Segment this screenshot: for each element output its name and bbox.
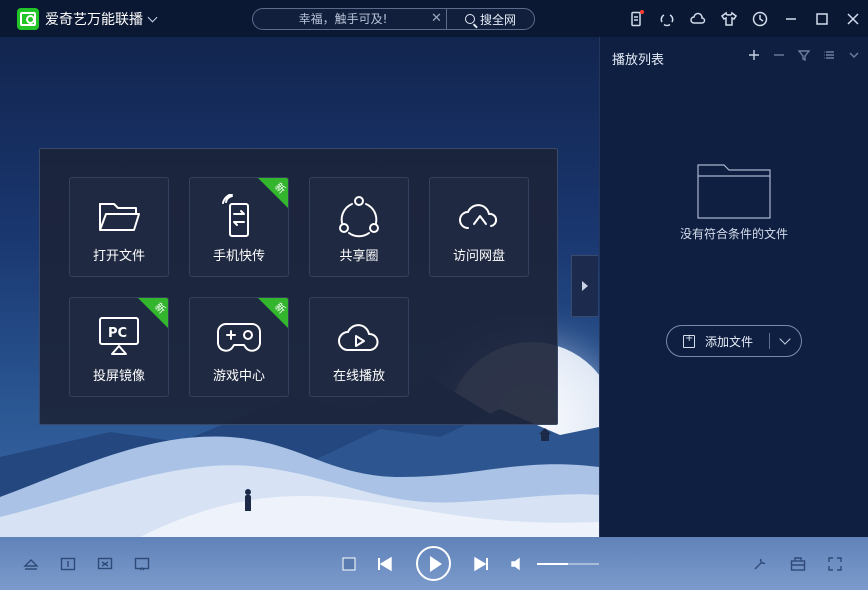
filter-icon[interactable] xyxy=(796,47,812,63)
search-icon xyxy=(464,14,475,24)
playlist-title: 播放列表 xyxy=(612,53,665,68)
search-input[interactable] xyxy=(253,9,433,29)
phone-sync-icon[interactable] xyxy=(620,0,651,37)
empty-folder-icon xyxy=(697,164,771,219)
tile-phone-transfer[interactable]: 手机快传 新 xyxy=(189,177,289,277)
maximize-icon[interactable] xyxy=(806,0,837,37)
share-circle-icon xyxy=(310,194,408,238)
close-icon[interactable]: ✕ xyxy=(431,11,442,26)
chevron-down-icon[interactable] xyxy=(846,47,862,63)
tile-open-file[interactable]: 打开文件 xyxy=(69,177,169,277)
tile-cloud-drive[interactable]: 访问网盘 xyxy=(429,177,529,277)
tile-label: 在线播放 xyxy=(332,369,385,384)
eject-icon[interactable] xyxy=(23,556,39,572)
volume-icon[interactable] xyxy=(510,556,526,572)
cloud-drive-icon xyxy=(430,194,528,238)
cloud-icon[interactable] xyxy=(682,0,713,37)
tile-share-circle[interactable]: 共享圈 xyxy=(309,177,409,277)
app-title: 爱奇艺万能联播 xyxy=(45,12,143,28)
play-icon xyxy=(429,555,442,572)
search-bar: ✕ 搜全网 xyxy=(252,8,535,30)
add-file-label: 添加文件 xyxy=(705,334,754,349)
cast-screen-icon[interactable] xyxy=(134,556,150,572)
launcher-panel: 打开文件 手机快传 新 共享圈 访问网盘 PC 投屏镜像 新 游戏中心 新 在线… xyxy=(39,148,558,425)
previous-icon[interactable] xyxy=(377,556,393,572)
chevron-down-icon[interactable] xyxy=(779,333,791,345)
minimize-icon[interactable] xyxy=(775,0,806,37)
stop-icon[interactable] xyxy=(341,556,357,572)
tile-label: 手机快传 xyxy=(212,249,265,264)
cloud-play-icon xyxy=(310,314,408,358)
tile-online-play[interactable]: 在线播放 xyxy=(309,297,409,397)
iqiyi-logo-icon[interactable] xyxy=(17,8,39,30)
tools-icon[interactable] xyxy=(752,556,768,572)
volume-slider[interactable] xyxy=(537,563,599,565)
tile-game-center[interactable]: 游戏中心 新 xyxy=(189,297,289,397)
tile-label: 共享圈 xyxy=(339,249,379,264)
svg-text:PC: PC xyxy=(108,326,127,341)
close-window-icon[interactable] xyxy=(837,0,868,37)
tile-screen-cast[interactable]: PC 投屏镜像 新 xyxy=(69,297,169,397)
add-icon[interactable] xyxy=(746,47,762,63)
playlist-toggle-button[interactable] xyxy=(571,255,598,317)
tile-label: 投屏镜像 xyxy=(92,369,145,384)
search-button-label: 搜全网 xyxy=(479,12,516,27)
skin-shirt-icon[interactable] xyxy=(713,0,744,37)
player-control-bar xyxy=(0,537,868,590)
folder-open-icon xyxy=(70,194,168,238)
remove-icon[interactable] xyxy=(771,47,787,63)
title-bar: 爱奇艺万能联播 ✕ 搜全网 xyxy=(0,0,868,37)
add-file-icon xyxy=(683,333,695,348)
notification-dot xyxy=(640,10,644,14)
history-clock-icon[interactable] xyxy=(744,0,775,37)
fullscreen-icon[interactable] xyxy=(827,556,843,572)
volume-level xyxy=(537,563,568,565)
playlist-tools xyxy=(746,47,862,63)
search-all-button[interactable]: 搜全网 xyxy=(446,9,534,29)
add-file-button[interactable]: 添加文件 xyxy=(666,325,802,357)
title-bar-actions xyxy=(620,0,868,37)
next-icon[interactable] xyxy=(473,556,489,572)
share-circle-icon[interactable] xyxy=(651,0,682,37)
playlist-empty-text: 没有符合条件的文件 xyxy=(679,227,788,241)
toolbox-icon[interactable] xyxy=(790,556,806,572)
chevron-down-icon xyxy=(147,12,158,22)
chevron-right-icon xyxy=(582,281,588,291)
tile-label: 打开文件 xyxy=(92,249,145,264)
tile-label: 访问网盘 xyxy=(452,249,505,264)
playlist-panel: 播放列表 没有符合条件的文件 添加文件 xyxy=(599,37,868,537)
list-mode-icon[interactable] xyxy=(821,47,837,63)
tile-label: 游戏中心 xyxy=(212,369,265,384)
screenshot-icon[interactable] xyxy=(97,556,113,572)
app-title-menu[interactable]: 爱奇艺万能联播 xyxy=(45,9,158,29)
play-button[interactable] xyxy=(416,546,451,581)
subtitle-icon[interactable] xyxy=(60,556,76,572)
person-silhouette xyxy=(244,489,252,511)
